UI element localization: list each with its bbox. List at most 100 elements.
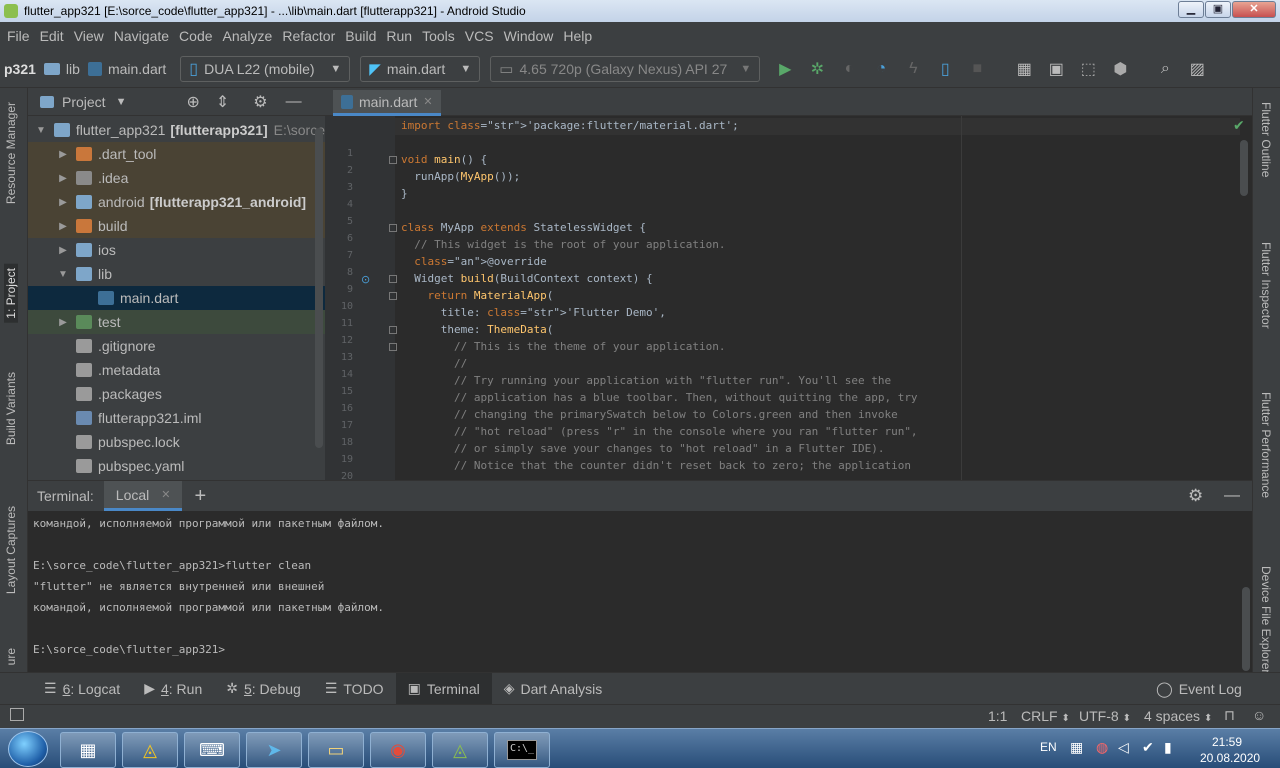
- terminal-icon[interactable]: ▣: [1045, 58, 1067, 80]
- menu-window[interactable]: Window: [499, 28, 559, 44]
- tray-security-icon[interactable]: ◍: [1096, 739, 1108, 756]
- tree-item[interactable]: ▶ ios: [28, 238, 325, 262]
- profile-icon[interactable]: ◔: [870, 58, 892, 80]
- inspector-icon[interactable]: ☺: [1252, 707, 1266, 723]
- menu-build[interactable]: Build: [340, 28, 381, 44]
- lock-icon[interactable]: ⊓: [1224, 707, 1235, 724]
- editor-scrollbar[interactable]: [1240, 140, 1248, 196]
- tool-flutter-performance[interactable]: Flutter Performance: [1259, 392, 1273, 498]
- run-config-selector[interactable]: ◤ main.dart ▼: [360, 55, 481, 82]
- code-line[interactable]: runApp(MyApp());: [401, 170, 520, 183]
- locate-icon[interactable]: ⊕: [186, 92, 199, 112]
- tree-item[interactable]: .metadata: [28, 358, 325, 382]
- fold-marker-icon[interactable]: [389, 343, 397, 351]
- chevron-down-icon[interactable]: ▼: [116, 96, 127, 108]
- breadcrumb-file[interactable]: main.dart: [84, 61, 170, 77]
- breadcrumb-lib[interactable]: lib: [40, 61, 84, 77]
- tree-item[interactable]: ▶ .idea: [28, 166, 325, 190]
- tree-scrollbar[interactable]: [315, 128, 323, 448]
- clock-date[interactable]: 20.08.2020: [1200, 751, 1260, 765]
- tree-item[interactable]: ▶ android [flutterapp321_android]: [28, 190, 325, 214]
- settings-icon[interactable]: ▨: [1186, 58, 1208, 80]
- status-tool-windows-icon[interactable]: [10, 708, 24, 721]
- terminal-tab-local[interactable]: Local ✕: [103, 481, 183, 511]
- tree-item[interactable]: flutterapp321.iml: [28, 406, 325, 430]
- expand-right-icon[interactable]: ▶: [56, 173, 70, 184]
- code-line[interactable]: title: class="str">'Flutter Demo',: [401, 306, 666, 319]
- menu-view[interactable]: View: [69, 28, 109, 44]
- tree-item[interactable]: .gitignore: [28, 334, 325, 358]
- tree-item[interactable]: pubspec.lock: [28, 430, 325, 454]
- tool-structure[interactable]: ure: [4, 648, 18, 665]
- project-structure-icon[interactable]: ▦: [1013, 58, 1035, 80]
- close-button[interactable]: ✕: [1232, 1, 1276, 18]
- tray-volume-icon[interactable]: ◁: [1118, 739, 1129, 756]
- tray-network-icon[interactable]: ▦: [1070, 739, 1083, 756]
- tree-item[interactable]: ▼ lib: [28, 262, 325, 286]
- expand-right-icon[interactable]: ▶: [56, 245, 70, 256]
- code-line[interactable]: }: [401, 187, 408, 200]
- terminal-scrollbar[interactable]: [1242, 587, 1250, 671]
- fold-marker-icon[interactable]: [389, 156, 397, 164]
- tool-build-variants[interactable]: Build Variants: [4, 372, 18, 445]
- code-line[interactable]: import class="str">'package:flutter/mate…: [401, 119, 739, 132]
- search-icon[interactable]: ⌕: [1154, 58, 1176, 80]
- menu-navigate[interactable]: Navigate: [109, 28, 174, 44]
- code-line[interactable]: // This widget is the root of your appli…: [401, 238, 725, 251]
- taskbar-chrome[interactable]: ◉: [370, 732, 426, 768]
- menu-refactor[interactable]: Refactor: [277, 28, 340, 44]
- hot-restart-icon[interactable]: ▯: [934, 58, 956, 80]
- tool-debug[interactable]: ✲ 5: Debug: [214, 673, 313, 705]
- hot-reload-icon[interactable]: ϟ: [902, 58, 924, 80]
- code-line[interactable]: // Notice that the counter didn't reset …: [401, 459, 911, 472]
- menu-run[interactable]: Run: [381, 28, 417, 44]
- tool-device-file-explorer[interactable]: Device File Explorer: [1259, 566, 1273, 673]
- sdk-manager-icon[interactable]: ⬚: [1077, 58, 1099, 80]
- fold-marker-icon[interactable]: [389, 326, 397, 334]
- code-line[interactable]: // or simply save your changes to "hot r…: [401, 442, 884, 455]
- expand-right-icon[interactable]: ▶: [56, 149, 70, 160]
- language-indicator[interactable]: EN: [1040, 740, 1057, 754]
- menu-analyze[interactable]: Analyze: [218, 28, 278, 44]
- tool-flutter-inspector[interactable]: Flutter Inspector: [1259, 242, 1273, 329]
- expand-down-icon[interactable]: ▼: [34, 125, 48, 136]
- fold-marker-icon[interactable]: [389, 224, 397, 232]
- menu-vcs[interactable]: VCS: [460, 28, 499, 44]
- menu-tools[interactable]: Tools: [417, 28, 460, 44]
- indent-setting[interactable]: 4 spaces ⬍: [1144, 708, 1212, 724]
- menu-help[interactable]: Help: [558, 28, 597, 44]
- avd-manager-icon[interactable]: ⬢: [1109, 58, 1131, 80]
- attach-debugger-icon[interactable]: ◐: [838, 58, 860, 80]
- add-terminal-icon[interactable]: +: [194, 485, 206, 508]
- gear-icon[interactable]: ⚙: [1188, 486, 1203, 506]
- gear-icon[interactable]: ⚙: [253, 92, 267, 112]
- code-line[interactable]: // "hot reload" (press "r" in the consol…: [401, 425, 918, 438]
- start-button[interactable]: [8, 731, 48, 767]
- stop-icon[interactable]: ■: [966, 58, 988, 80]
- expand-right-icon[interactable]: ▶: [56, 317, 70, 328]
- taskbar-android-studio-1[interactable]: ◬: [122, 732, 178, 768]
- override-gutter-icon[interactable]: ⊙: [361, 273, 370, 286]
- tool-run[interactable]: ▶ 4: Run: [132, 673, 214, 705]
- taskbar-explorer[interactable]: ▭: [308, 732, 364, 768]
- menu-file[interactable]: File: [2, 28, 35, 44]
- maximize-button[interactable]: ▣: [1205, 1, 1231, 18]
- tool-resource-manager[interactable]: Resource Manager: [4, 102, 18, 204]
- tree-item[interactable]: ▶ .dart_tool: [28, 142, 325, 166]
- hide-panel-icon[interactable]: —: [286, 93, 302, 111]
- tool-todo[interactable]: ☰ TODO: [313, 673, 396, 705]
- code-line[interactable]: void main() {: [401, 153, 487, 166]
- fold-marker-icon[interactable]: [389, 275, 397, 283]
- code-line[interactable]: // This is the theme of your application…: [401, 340, 726, 353]
- tree-item[interactable]: ▶ build: [28, 214, 325, 238]
- file-encoding[interactable]: UTF-8 ⬍: [1079, 708, 1131, 724]
- taskbar-android-studio-2[interactable]: ◬: [432, 732, 488, 768]
- close-icon[interactable]: ✕: [161, 488, 170, 501]
- tree-item[interactable]: pubspec.yaml: [28, 454, 325, 478]
- project-view-selector[interactable]: Project: [62, 94, 106, 110]
- taskbar-calculator[interactable]: ▦: [60, 732, 116, 768]
- code-line[interactable]: // changing the primarySwatch below to C…: [401, 408, 898, 421]
- tree-item[interactable]: main.dart: [28, 286, 325, 310]
- code-line[interactable]: Widget build(BuildContext context) {: [401, 272, 652, 285]
- expand-down-icon[interactable]: ▼: [56, 269, 70, 280]
